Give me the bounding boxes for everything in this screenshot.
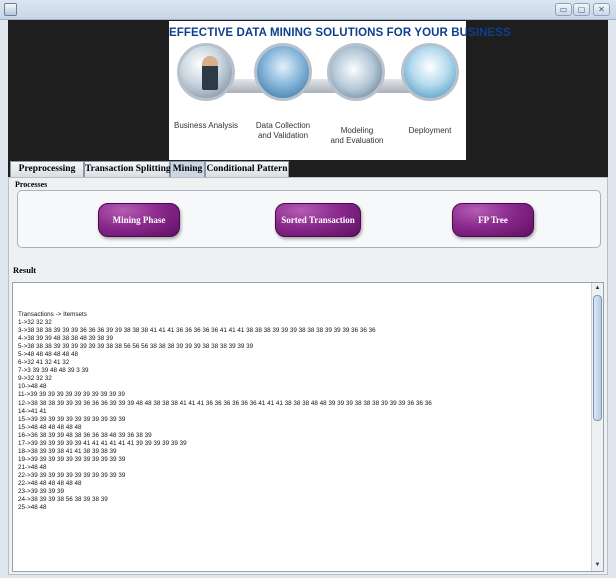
result-line: 11->39 39 39 39 39 39 39 39 39 39 39 [18, 391, 125, 399]
processes-group: Mining Phase Sorted Transaction FP Tree [17, 190, 601, 248]
scrollbar-thumb[interactable] [593, 295, 602, 421]
header-area: EFFECTIVE DATA MINING SOLUTIONS FOR YOUR… [8, 20, 608, 160]
vertical-scrollbar[interactable]: ▲ ▼ [591, 283, 603, 571]
fp-tree-button[interactable]: FP Tree [452, 203, 534, 237]
tab-mining[interactable]: Mining [170, 161, 205, 177]
scroll-down-arrow-icon[interactable]: ▼ [592, 560, 603, 571]
tab-strip: Preprocessing Transaction Splitting Mini… [8, 160, 608, 177]
sorted-transaction-button[interactable]: Sorted Transaction [275, 203, 361, 237]
result-line: 24->38 39 39 38 56 38 39 38 39 [18, 496, 108, 504]
result-line: 14->41 41 [18, 407, 47, 415]
result-line: 15->39 39 39 39 39 39 39 39 39 39 39 [18, 415, 126, 423]
result-line: 5->48 48 48 48 48 48 [18, 351, 79, 359]
business-analysis-illustration [177, 43, 235, 101]
app-icon [4, 3, 17, 16]
result-line: 12->38 38 38 39 39 39 36 36 36 39 39 39 … [18, 399, 432, 407]
result-label: Result [13, 265, 37, 275]
window-titlebar: ▭ ▢ ✕ [0, 0, 616, 20]
result-line: 5->38 38 38 39 39 39 39 39 39 38 38 56 5… [18, 343, 254, 351]
minimize-button[interactable]: ▭ [555, 3, 572, 16]
result-line: 4->38 39 39 48 38 38 48 39 38 39 [18, 335, 114, 343]
presenter-figure [202, 56, 218, 90]
stage-label: Modeling and Evaluation [330, 126, 384, 145]
result-line: 10->48 48 [18, 383, 47, 391]
result-line: 16->36 38 39 39 48 38 36 36 38 48 39 36 … [18, 431, 152, 439]
banner-image: EFFECTIVE DATA MINING SOLUTIONS FOR YOUR… [169, 21, 511, 160]
result-line: 18->38 39 39 38 41 41 38 39 38 39 [18, 447, 117, 455]
tab-transaction-splitting[interactable]: Transaction Splitting [84, 161, 171, 177]
maximize-button[interactable]: ▢ [573, 3, 590, 16]
deployment-illustration [401, 43, 459, 101]
result-line: 22->48 48 48 48 48 48 [18, 479, 82, 487]
result-line: 7->3 39 39 48 48 39 3 39 [18, 367, 89, 375]
scroll-up-arrow-icon[interactable]: ▲ [592, 283, 603, 294]
result-line: 25->48 48 [18, 504, 47, 512]
result-line: 19->39 39 39 39 39 39 39 39 39 39 39 [18, 455, 126, 463]
result-line: Transactions -> Itemsets [18, 311, 87, 318]
stage-label: Deployment [408, 126, 452, 135]
tab-preprocessing[interactable]: Preprocessing [10, 161, 84, 177]
close-button[interactable]: ✕ [593, 3, 610, 16]
result-line: 15->48 48 48 48 48 48 [18, 423, 82, 431]
mining-phase-button[interactable]: Mining Phase [98, 203, 180, 237]
data-collection-illustration [254, 43, 312, 101]
stage-label: Business Analysis [173, 121, 239, 130]
result-line: 3->38 38 38 39 39 39 36 36 36 39 39 38 3… [18, 327, 376, 335]
processes-label: Processes [15, 180, 48, 189]
stage-label: Data Collection and Validation [255, 121, 311, 140]
result-text: Transactions -> Itemsets 1->32 32 32 3->38… [18, 311, 588, 512]
result-line: 6->32 41 32 41 32 [18, 359, 70, 367]
banner-title: EFFECTIVE DATA MINING SOLUTIONS FOR YOUR… [169, 27, 511, 39]
result-line: 21->48 48 [18, 463, 47, 471]
result-line: 9->32 32 32 [18, 375, 52, 383]
result-line: 23->39 39 39 39 [18, 488, 65, 496]
result-line: 1->32 32 32 [18, 319, 52, 327]
modeling-illustration [327, 43, 385, 101]
tab-conditional-pattern[interactable]: Conditional Pattern [205, 161, 289, 177]
result-line: 17->39 39 39 39 39 39 41 41 41 41 41 41 … [18, 439, 187, 447]
mining-panel: Processes Mining Phase Sorted Transactio… [8, 177, 608, 575]
result-textarea[interactable]: Transactions -> Itemsets 1->32 32 32 3->38… [12, 282, 604, 572]
result-line: 22->39 39 39 39 39 39 39 39 39 39 39 [18, 471, 126, 479]
